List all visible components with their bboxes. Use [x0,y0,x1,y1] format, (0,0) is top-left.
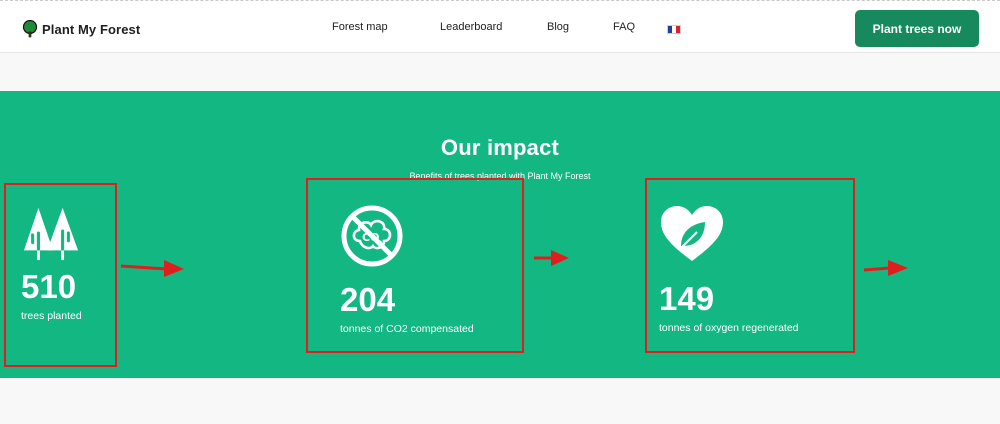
nav-blog[interactable]: Blog [547,21,569,33]
annotation-arrow-icon [863,260,908,276]
tree-logo-icon [22,20,38,38]
top-divider [0,0,1000,3]
logo[interactable]: Plant My Forest [22,19,140,39]
france-flag-icon[interactable] [667,25,681,34]
annotation-arrow-icon [534,250,569,266]
annotation-box-trees [4,183,117,367]
nav-faq[interactable]: FAQ [613,21,635,33]
top-navbar: Plant My Forest Forest map Leaderboard B… [0,0,1000,53]
logo-text: Plant My Forest [42,21,141,37]
annotation-arrow-icon [120,260,184,277]
annotation-box-oxygen [645,178,855,353]
annotation-box-co2 [306,178,524,353]
plant-trees-now-button[interactable]: Plant trees now [855,10,979,47]
nav-leaderboard[interactable]: Leaderboard [440,21,502,33]
impact-title: Our impact [440,135,560,160]
nav-forest-map[interactable]: Forest map [332,21,388,33]
